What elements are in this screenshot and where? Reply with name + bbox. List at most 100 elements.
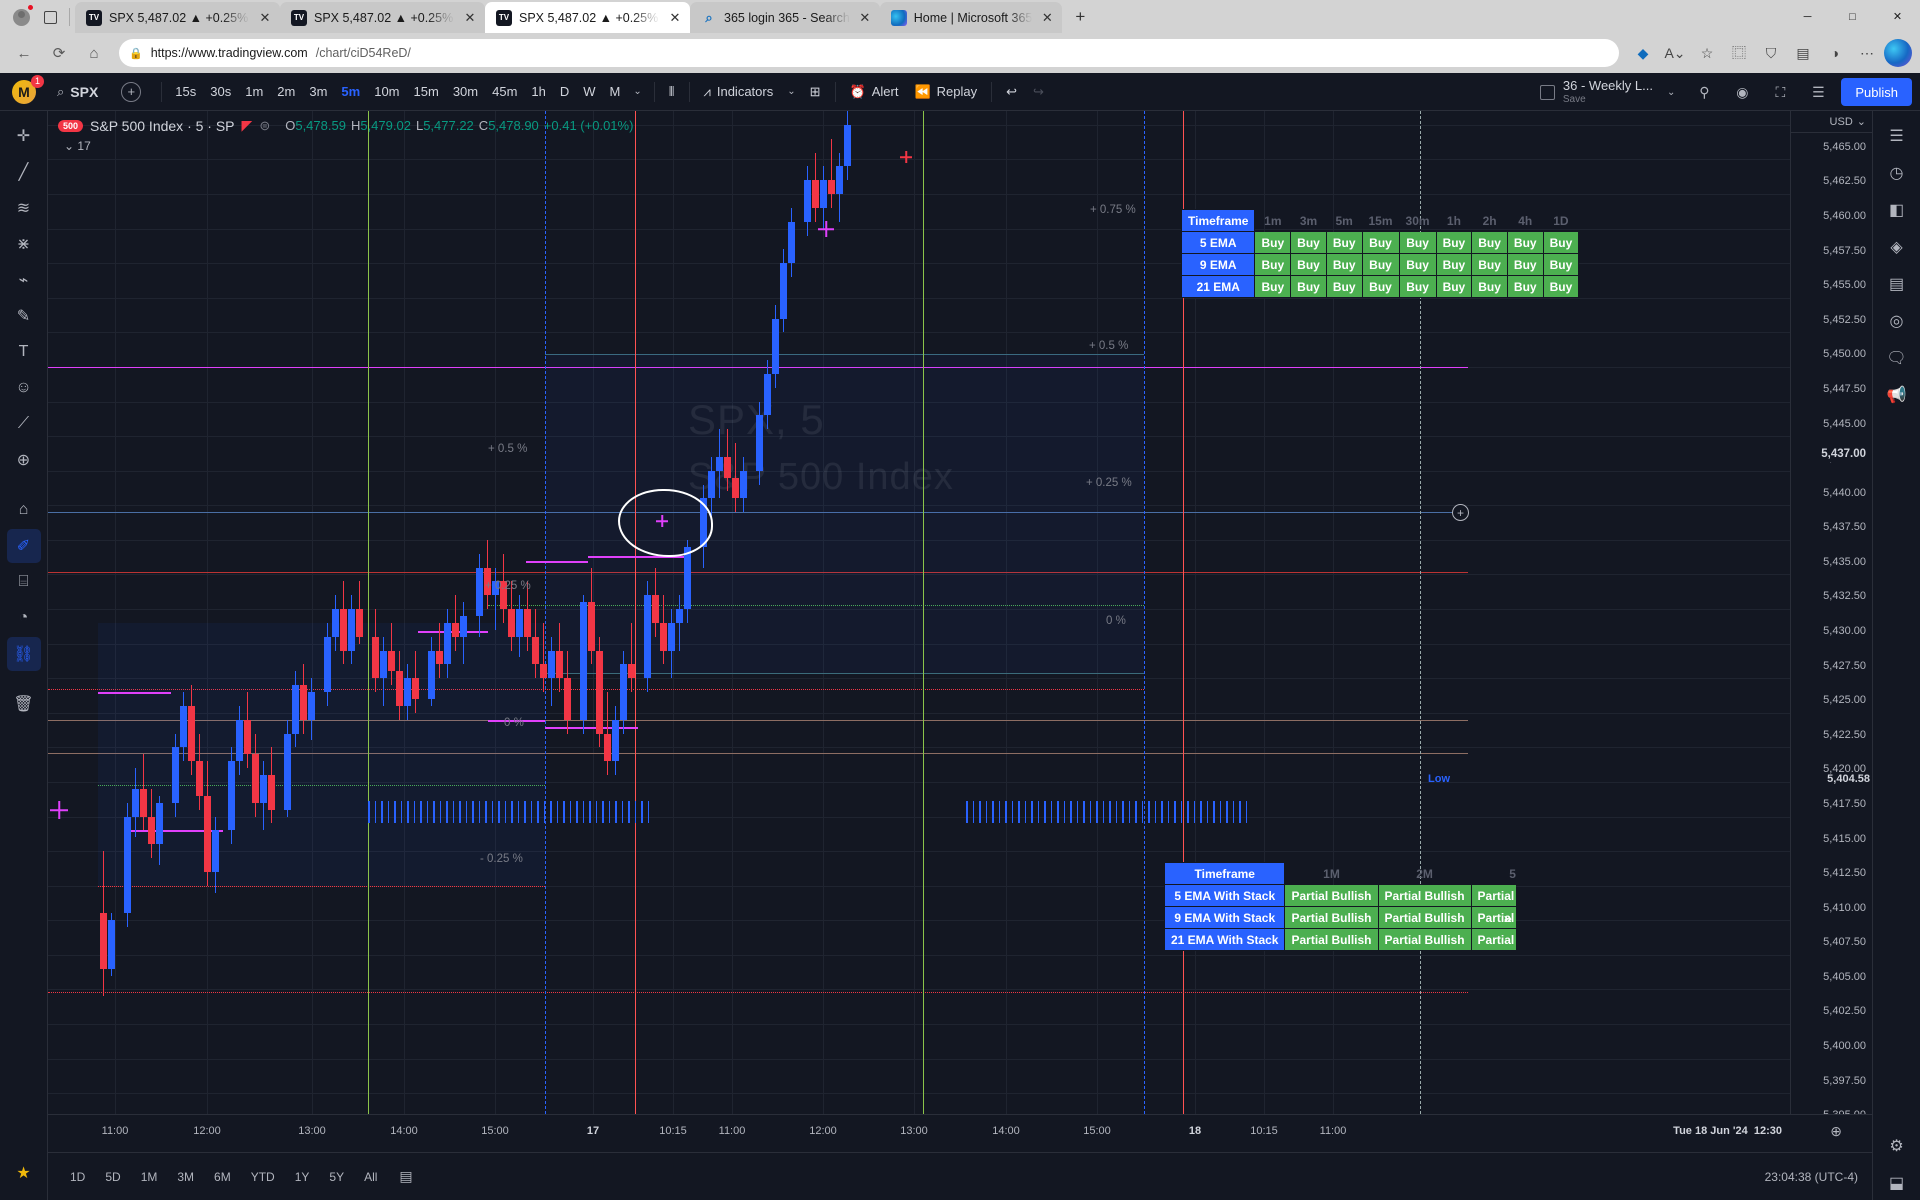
range-1Y[interactable]: 1Y (287, 1167, 318, 1187)
brush-icon[interactable]: ✎ (7, 299, 41, 333)
range-All[interactable]: All (356, 1167, 385, 1187)
vertical-line-drawing[interactable] (368, 111, 369, 1114)
back-icon[interactable]: ← (8, 38, 40, 68)
tv-logo-cell[interactable]: M 1 (0, 73, 48, 111)
home-icon[interactable]: ⌂ (78, 38, 110, 68)
ema-signal-table-top[interactable]: Timeframe 1m 3m 5m 15m 30m 1h 2h 4h 1D 5… (1180, 209, 1580, 298)
range-YTD[interactable]: YTD (243, 1167, 283, 1187)
horizontal-line-drawing[interactable] (526, 560, 588, 563)
chevron-right-icon[interactable]: » (1504, 910, 1512, 927)
plus-marker[interactable] (900, 151, 912, 163)
maximize-button[interactable]: □ (1830, 0, 1875, 33)
cursor-icon[interactable]: ✛ (7, 119, 41, 153)
calendar-icon[interactable]: ▤ (399, 1168, 412, 1185)
hide-icon[interactable]: ⊜ (259, 118, 270, 134)
watchlist-icon[interactable]: ☰ (1880, 119, 1914, 153)
close-icon[interactable]: ✕ (462, 10, 478, 26)
timeframe-1D[interactable]: D (553, 79, 576, 105)
fullscreen-icon[interactable]: ⛶ (1765, 78, 1795, 106)
clock-icon[interactable]: ⊕ (1830, 1123, 1842, 1140)
browser-tab-3[interactable]: ⌕ 365 login 365 - Search ✕ (690, 2, 880, 33)
data-window-icon[interactable]: ◧ (1880, 193, 1914, 227)
snapshot-icon[interactable]: ◉ (1727, 78, 1757, 106)
favorite-star-icon[interactable]: ☆ (1692, 39, 1722, 67)
browser-tab-1[interactable]: TV SPX 5,487.02 ▲ +0.25% sxxx ✕ (280, 2, 485, 33)
timeframe-1m[interactable]: 1m (238, 79, 270, 105)
horizontal-line-icon[interactable]: ≋ (7, 191, 41, 225)
alerts-icon[interactable]: ◷ (1880, 156, 1914, 190)
horizontal-line-drawing[interactable] (545, 726, 638, 729)
new-tab-button[interactable]: + (1066, 3, 1094, 31)
split-screen-icon[interactable]: ⿴ (1724, 39, 1754, 67)
objects-tree-icon[interactable]: ⬓ (1880, 1166, 1914, 1200)
ema-stack-table-bottom[interactable]: Timeframe 1M 2M 5M 5 EMA With Stack Part… (1164, 862, 1516, 951)
trash-icon[interactable]: 🗑 (7, 687, 41, 721)
copilot-icon[interactable] (1884, 39, 1912, 67)
ideas-icon[interactable]: 🗨 (1880, 341, 1914, 375)
shopping-icon[interactable]: ◆ (1628, 39, 1658, 67)
reload-icon[interactable]: ⟳ (43, 38, 75, 68)
close-icon[interactable]: ✕ (257, 10, 273, 26)
horizontal-line-drawing[interactable] (48, 992, 1468, 994)
publish-button[interactable]: Publish (1841, 78, 1912, 106)
chevron-down-icon[interactable]: ⌄ (781, 86, 801, 97)
lock-icon[interactable]: ⌸ (7, 565, 41, 599)
link-icon[interactable]: ⛓ (6, 637, 41, 671)
flag-icon[interactable]: ◤ (242, 117, 253, 134)
range-5D[interactable]: 5D (97, 1167, 128, 1187)
favorites-star-icon[interactable]: ★ (7, 1156, 41, 1190)
read-aloud-icon[interactable]: A⌄ (1660, 39, 1690, 67)
horizontal-line-drawing[interactable] (98, 692, 171, 695)
browser-tab-0[interactable]: TV SPX 5,487.02 ▲ +0.25% 39-spy P ✕ (75, 2, 280, 33)
last-price-marker[interactable]: + (1452, 504, 1469, 522)
pattern-icon[interactable]: ⌁ (7, 263, 41, 297)
zoom-icon[interactable]: ⊕ (7, 443, 41, 477)
price-axis[interactable]: USD ⌄ 5,465.00 5,462.50 5,460.00 5,457.50 5,… (1790, 111, 1872, 1121)
fib-retracement-icon[interactable]: ⋇ (7, 227, 41, 261)
layout-name-button[interactable]: 36 - Weekly L... Save (1563, 79, 1653, 105)
text-icon[interactable]: T (7, 335, 41, 369)
range-5Y[interactable]: 5Y (321, 1167, 352, 1187)
timeframe-3m[interactable]: 3m (302, 79, 334, 105)
browser-tab-4[interactable]: Home | Microsoft 365 ✕ (879, 2, 1063, 33)
browser-essentials-icon[interactable]: ◑ (1820, 39, 1850, 67)
sub-legend[interactable]: ⌄ 17 (64, 139, 91, 153)
plus-marker[interactable] (50, 801, 68, 819)
timeframe-1h[interactable]: 1h (524, 79, 552, 105)
quick-search-icon[interactable]: ⚲ (1689, 78, 1719, 106)
add-symbol-button[interactable]: + (121, 81, 142, 102)
more-options-icon[interactable]: ⋯ (1852, 39, 1882, 67)
settings-icon[interactable]: ⚙ (1880, 1129, 1914, 1163)
chart-container[interactable]: SPX, 5 S&P 500 Index + 500 S&P 500 Index… (48, 111, 1872, 1200)
range-1D[interactable]: 1D (62, 1167, 93, 1187)
chart-style-button[interactable]: ⦀ (661, 78, 683, 106)
emoji-icon[interactable]: ☺ (7, 371, 41, 405)
hotlist-icon[interactable]: ◈ (1880, 230, 1914, 264)
trendline-icon[interactable]: ╱ (7, 155, 41, 189)
replay-button[interactable]: ⏪ Replay (906, 78, 985, 106)
chevron-down-icon[interactable]: ⌄ (627, 86, 647, 97)
symbol-search-button[interactable]: ⌕ SPX (48, 78, 107, 106)
timeframe-10m[interactable]: 10m (367, 79, 406, 105)
close-icon[interactable]: ✕ (1039, 10, 1055, 26)
vertical-line-drawing[interactable] (1144, 111, 1145, 1114)
zone-rectangle[interactable] (98, 622, 545, 886)
measure-icon[interactable]: ⟋ (7, 407, 41, 441)
timeframe-1M[interactable]: M (603, 79, 628, 105)
tab-search-icon[interactable] (36, 3, 64, 31)
news-icon[interactable]: ◎ (1880, 304, 1914, 338)
hand-drawn-circle-annotation[interactable] (618, 489, 713, 557)
alert-button[interactable]: ⏰ Alert (842, 78, 907, 106)
timeframe-30s[interactable]: 30s (203, 79, 238, 105)
favorites-icon[interactable]: ⛉ (1756, 39, 1786, 67)
address-bar[interactable]: 🔒 https://www.tradingview.com/chart/ciD5… (119, 39, 1619, 67)
currency-selector[interactable]: USD ⌄ (1791, 111, 1872, 133)
chevron-down-icon[interactable]: ⌄ (1661, 87, 1681, 98)
vertical-line-drawing[interactable] (545, 111, 546, 1114)
close-icon[interactable]: ✕ (667, 10, 683, 26)
user-menu-icon[interactable]: ☰ (1803, 78, 1833, 106)
magnet-icon[interactable]: ⌂ (7, 493, 41, 527)
range-6M[interactable]: 6M (206, 1167, 239, 1187)
profile-button[interactable] (6, 3, 36, 31)
undo-button[interactable]: ↩ (998, 78, 1025, 106)
